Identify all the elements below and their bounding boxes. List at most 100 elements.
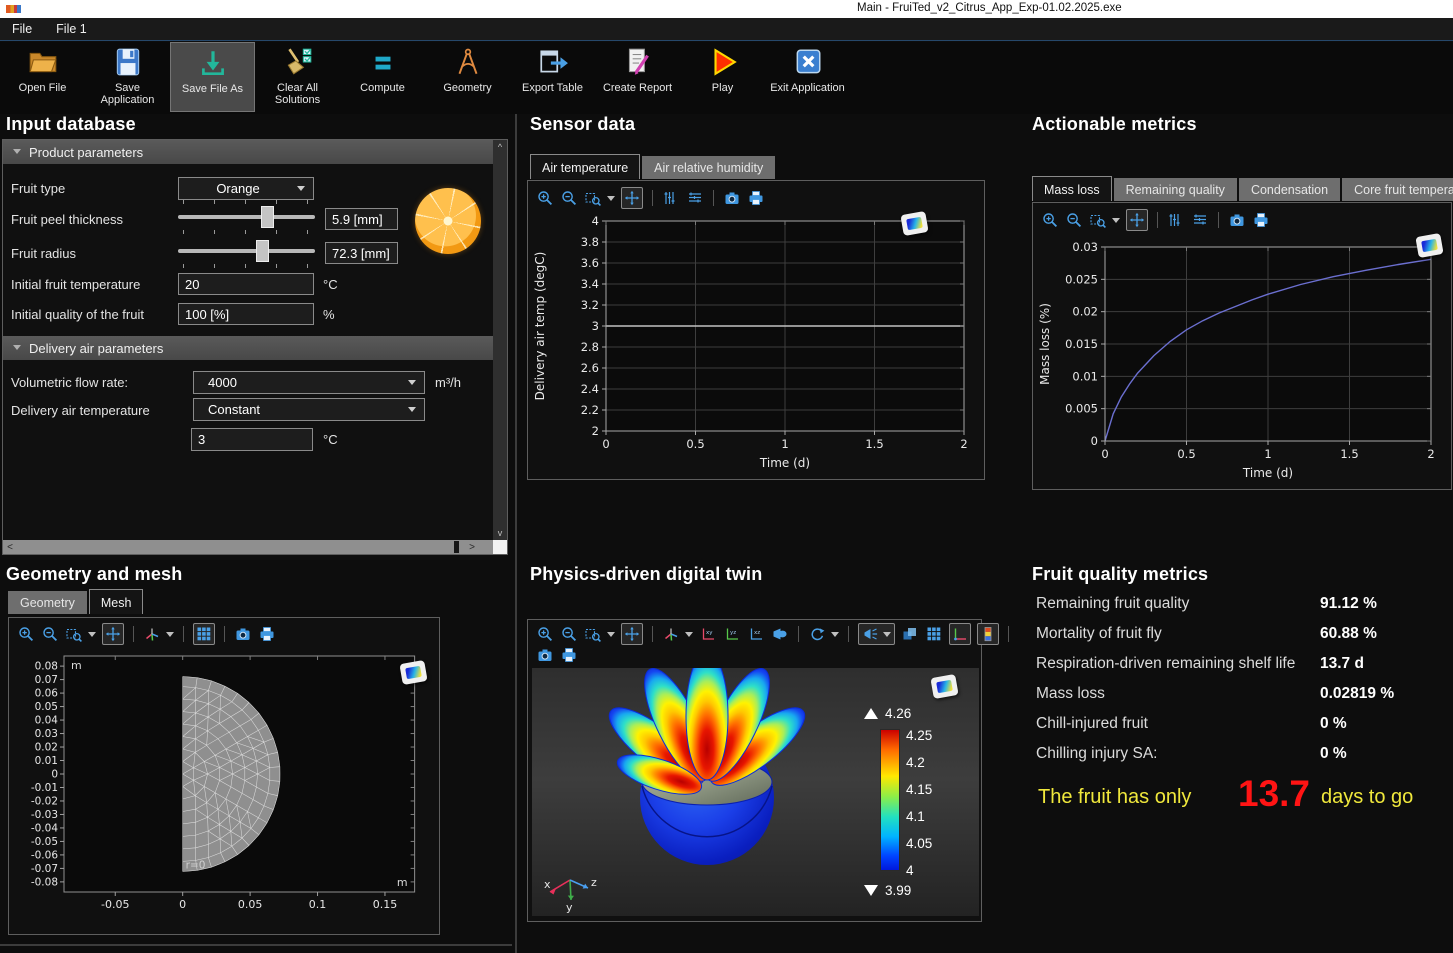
scroll-down-icon[interactable]: v	[493, 526, 507, 540]
view-xz-icon[interactable]: xz	[747, 625, 765, 643]
zoom-in-icon[interactable]	[536, 189, 554, 207]
zoom-out-icon[interactable]	[560, 625, 578, 643]
grid-icon[interactable]	[925, 625, 943, 643]
image-snapshot-icon[interactable]	[234, 625, 252, 643]
chevron-down-icon[interactable]	[607, 632, 615, 637]
view-xy-icon[interactable]: xy	[699, 625, 717, 643]
x-axis-settings-icon[interactable]	[1191, 211, 1209, 229]
bottom-splitter[interactable]	[0, 944, 512, 946]
export-table-button[interactable]: Export Table	[510, 42, 595, 112]
chevron-down-icon[interactable]	[607, 196, 615, 201]
play-button[interactable]: Play	[680, 42, 765, 112]
column-splitter[interactable]	[515, 114, 517, 953]
scroll-left-icon[interactable]: <	[3, 540, 17, 554]
scene-light-icon[interactable]	[862, 625, 880, 643]
clear-all-solutions-button[interactable]: Clear All Solutions	[255, 42, 340, 112]
scroll-up-icon[interactable]: ^	[493, 140, 507, 154]
volumetric-flow-rate-value: 4000	[194, 375, 408, 390]
scroll-right-icon[interactable]: >	[465, 540, 479, 554]
product-parameters-header[interactable]: Product parameters	[3, 140, 493, 164]
tab-air-temperature[interactable]: Air temperature	[530, 154, 640, 179]
zoom-out-icon[interactable]	[41, 625, 59, 643]
twin-3d-view[interactable]: 4.26 4.25 4.2 4.15 4.1 4.05 4 3.99	[532, 668, 979, 916]
tab-remaining-quality[interactable]: Remaining quality	[1114, 178, 1237, 201]
tab-condensation[interactable]: Condensation	[1239, 178, 1340, 201]
delivery-air-temperature-input[interactable]	[191, 428, 313, 451]
save-file-as-button[interactable]: Save File As	[170, 42, 255, 112]
chevron-down-icon[interactable]	[883, 632, 891, 637]
horizontal-scroll-thumb[interactable]	[454, 541, 459, 553]
zoom-extents-icon[interactable]	[102, 623, 124, 645]
print-icon[interactable]	[258, 625, 276, 643]
show-axes-icon[interactable]	[949, 623, 971, 645]
chevron-down-icon[interactable]	[88, 632, 96, 637]
open-file-button[interactable]: Open File	[0, 42, 85, 112]
zoom-in-icon[interactable]	[1041, 211, 1059, 229]
mesh-plot-canvas[interactable]: -0.08-0.07-0.06-0.05-0.04-0.03-0.02-0.01…	[12, 648, 438, 930]
tab-geometry[interactable]: Geometry	[8, 591, 87, 614]
y-axis-settings-icon[interactable]	[662, 189, 680, 207]
save-application-button[interactable]: Save Application	[85, 42, 170, 112]
chevron-down-icon[interactable]	[831, 632, 839, 637]
mesh-toggle-icon[interactable]	[193, 623, 215, 645]
initial-quality-input[interactable]	[178, 303, 314, 325]
view-yz-icon[interactable]: yz	[723, 625, 741, 643]
zoom-box-icon[interactable]	[584, 625, 602, 643]
zoom-box-icon[interactable]	[584, 189, 602, 207]
zoom-out-icon[interactable]	[1065, 211, 1083, 229]
tab-core-fruit-temperature[interactable]: Core fruit temperature	[1342, 178, 1453, 201]
tab-mesh[interactable]: Mesh	[89, 589, 144, 614]
rotate-icon[interactable]	[808, 625, 826, 643]
zoom-in-icon[interactable]	[536, 625, 554, 643]
menu-file[interactable]: File	[0, 18, 44, 40]
transparency-icon[interactable]	[901, 625, 919, 643]
image-snapshot-icon[interactable]	[536, 646, 554, 664]
fruit-peel-thickness-value[interactable]: 5.9 [mm]	[325, 208, 398, 230]
image-snapshot-icon[interactable]	[723, 189, 741, 207]
zoom-box-icon[interactable]	[65, 625, 83, 643]
sensor-chart-canvas[interactable]: 22.22.42.62.833.23.43.63.8400.511.52Deli…	[530, 211, 980, 473]
volumetric-flow-rate-dropdown[interactable]: 4000	[193, 371, 425, 394]
slider-track[interactable]	[178, 249, 315, 253]
create-report-button[interactable]: Create Report	[595, 42, 680, 112]
show-colorbar-icon[interactable]	[977, 623, 999, 645]
chevron-down-icon[interactable]	[166, 632, 174, 637]
compute-button[interactable]: Compute	[340, 42, 425, 112]
orientation-triad-icon[interactable]	[662, 625, 680, 643]
print-icon[interactable]	[1252, 211, 1270, 229]
zoom-box-icon[interactable]	[1089, 211, 1107, 229]
print-icon[interactable]	[747, 189, 765, 207]
perspective-icon[interactable]	[771, 625, 789, 643]
slider-handle[interactable]	[261, 206, 274, 228]
y-axis-settings-icon[interactable]	[1167, 211, 1185, 229]
print-icon[interactable]	[560, 646, 578, 664]
vertical-scrollbar[interactable]: ^ v	[493, 140, 507, 540]
zoom-extents-icon[interactable]	[621, 187, 643, 209]
orientation-triad-icon[interactable]	[143, 625, 161, 643]
image-snapshot-icon[interactable]	[1228, 211, 1246, 229]
fruit-radius-slider[interactable]	[178, 238, 315, 264]
fruit-type-dropdown[interactable]: Orange	[178, 177, 314, 200]
x-axis-settings-icon[interactable]	[686, 189, 704, 207]
delivery-air-parameters-header[interactable]: Delivery air parameters	[3, 336, 493, 360]
tab-air-relative-humidity[interactable]: Air relative humidity	[642, 156, 775, 179]
chevron-down-icon[interactable]	[685, 632, 693, 637]
fruit-radius-value[interactable]: 72.3 [mm]	[325, 242, 398, 264]
menu-file-1[interactable]: File 1	[44, 18, 99, 40]
massloss-chart-canvas[interactable]: 00.0050.010.0150.020.0250.0300.511.52Mas…	[1035, 235, 1449, 483]
tab-mass-loss[interactable]: Mass loss	[1032, 176, 1112, 201]
exit-application-button[interactable]: Exit Application	[765, 42, 850, 112]
chevron-down-icon[interactable]	[1112, 218, 1120, 223]
slider-handle[interactable]	[256, 240, 269, 262]
delivery-air-temperature-dropdown[interactable]: Constant	[193, 398, 425, 421]
sensor-data-panel: 22.22.42.62.833.23.43.63.8400.511.52Deli…	[527, 180, 985, 480]
horizontal-scrollbar[interactable]: < >	[3, 540, 493, 554]
zoom-out-icon[interactable]	[560, 189, 578, 207]
initial-fruit-temperature-input[interactable]	[178, 273, 314, 295]
slider-track[interactable]	[178, 215, 315, 219]
fruit-peel-thickness-slider[interactable]	[178, 204, 315, 230]
zoom-extents-icon[interactable]	[1126, 209, 1148, 231]
zoom-in-icon[interactable]	[17, 625, 35, 643]
zoom-extents-icon[interactable]	[621, 623, 643, 645]
geometry-button[interactable]: Geometry	[425, 42, 510, 112]
